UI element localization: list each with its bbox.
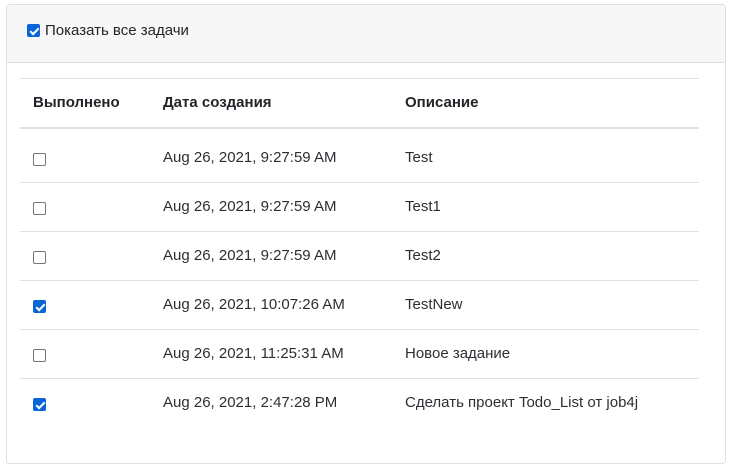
header-done: Выполнено [33, 94, 120, 111]
show-all-tasks-toggle[interactable]: Показать все задачи [27, 22, 189, 39]
header-created: Дата создания [163, 94, 272, 111]
task-description: Сделать проект Todo_List от job4j [405, 394, 639, 411]
created-date: Aug 26, 2021, 9:27:59 AM [163, 247, 337, 264]
task-description: TestNew [405, 296, 463, 313]
table-row: Aug 26, 2021, 11:25:31 AM Новое задание [20, 330, 699, 379]
created-date: Aug 26, 2021, 10:07:26 AM [163, 296, 345, 313]
done-checkbox[interactable] [33, 153, 46, 166]
created-date: Aug 26, 2021, 11:25:31 AM [163, 345, 344, 362]
table-row: Aug 26, 2021, 10:07:26 AM TestNew [20, 281, 699, 330]
created-date: Aug 26, 2021, 2:47:28 PM [163, 394, 338, 411]
task-description: Новое задание [405, 345, 511, 362]
table-row: Aug 26, 2021, 9:27:59 AM Test2 [20, 232, 699, 281]
task-description: Test2 [405, 247, 441, 264]
done-checkbox[interactable] [33, 398, 46, 411]
created-date: Aug 26, 2021, 9:27:59 AM [163, 149, 337, 166]
table-row: Aug 26, 2021, 9:27:59 AM Test1 [20, 183, 699, 232]
show-all-checkbox[interactable] [27, 24, 40, 37]
card-header: Показать все задачи [7, 5, 725, 63]
show-all-label: Показать все задачи [45, 22, 189, 39]
done-checkbox[interactable] [33, 202, 46, 215]
task-description: Test1 [405, 198, 441, 215]
table-row: Aug 26, 2021, 9:27:59 AM Test [20, 134, 699, 183]
done-checkbox[interactable] [33, 349, 46, 362]
table-header-row: Выполнено Дата создания Описание [20, 79, 699, 129]
done-checkbox[interactable] [33, 251, 46, 264]
done-checkbox[interactable] [33, 300, 46, 313]
created-date: Aug 26, 2021, 9:27:59 AM [163, 198, 337, 215]
task-description: Test [405, 149, 433, 166]
table-row: Aug 26, 2021, 2:47:28 PM Сделать проект … [20, 379, 699, 427]
header-description: Описание [405, 94, 479, 111]
